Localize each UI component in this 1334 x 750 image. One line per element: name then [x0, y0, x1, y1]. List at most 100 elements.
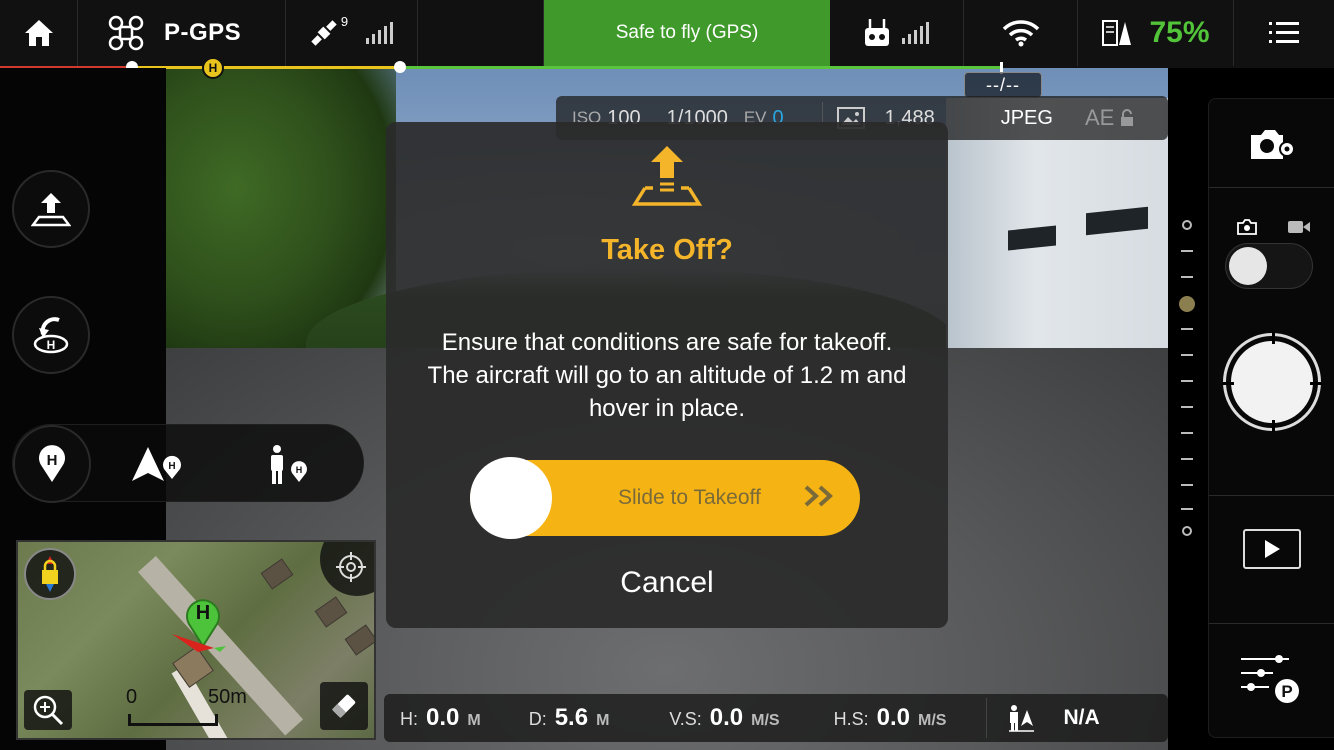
recenter-map-button[interactable]: [320, 542, 374, 596]
dialog-title: Take Off?: [601, 234, 733, 266]
aircraft-icon: [108, 15, 144, 51]
signal-bars-icon: [366, 22, 394, 44]
scale-tick: [1181, 458, 1193, 460]
photo-video-toggle[interactable]: [1225, 243, 1313, 289]
slide-to-takeoff-slider[interactable]: Slide to Takeoff: [470, 457, 860, 539]
shutter-button[interactable]: [1222, 332, 1322, 432]
scale-bar: [128, 723, 218, 726]
camera-settings-button[interactable]: [1249, 125, 1297, 165]
scale-tick: [1181, 354, 1193, 356]
slider-knob[interactable]: [470, 457, 552, 539]
remote-controller-signal[interactable]: [830, 0, 964, 66]
wifi-status[interactable]: [964, 0, 1078, 66]
top-status-bar: P-GPS 9 Safe to fly (GPS) 75%: [0, 0, 1334, 68]
progress-dot: [394, 61, 406, 73]
menu-icon: [1269, 22, 1299, 43]
aircraft-status[interactable]: P-GPS: [78, 0, 286, 66]
building-window: [1008, 225, 1056, 251]
playback-button[interactable]: [1243, 529, 1301, 569]
altitude-unit: M: [467, 712, 481, 729]
shutter-tick: [1272, 420, 1275, 432]
scale-tick: [1181, 250, 1193, 252]
map-house: [344, 624, 374, 656]
progress-segment-green: [400, 66, 1000, 69]
home-button[interactable]: [0, 0, 78, 66]
scale-end: 50m: [208, 686, 247, 708]
building-window: [1086, 206, 1148, 236]
home-point-icon: H: [39, 445, 65, 482]
vertical-speed-label: V.S:: [669, 709, 702, 729]
pilot-home-option[interactable]: H: [257, 443, 317, 487]
zoom-in-icon: [33, 695, 64, 726]
scale-tick: [1181, 432, 1193, 434]
map-zoom-button[interactable]: [24, 690, 72, 730]
shutter-inner: [1231, 341, 1313, 423]
vps-value: N/A: [1063, 706, 1100, 729]
image-format: JPEG: [1000, 106, 1053, 129]
compass-lock-icon: [42, 556, 58, 592]
battery-percent: 75%: [1149, 16, 1210, 49]
video-mode-icon: [1287, 219, 1311, 240]
home-point-button[interactable]: H: [13, 425, 91, 503]
camera-parameters-button[interactable]: P: [1239, 651, 1305, 707]
scale-end-circle: [1182, 526, 1192, 536]
divider: [1209, 495, 1334, 496]
clear-flight-path-button[interactable]: [320, 682, 368, 730]
takeoff-icon: [631, 146, 703, 206]
cancel-button[interactable]: Cancel: [386, 566, 948, 600]
takeoff-button[interactable]: [12, 170, 90, 248]
dialog-icon-wrap: [631, 144, 703, 213]
flight-timer: --/--: [964, 72, 1042, 98]
slider-label: Slide to Takeoff: [618, 486, 761, 509]
scale-tick: [128, 714, 131, 726]
menu-button[interactable]: [1234, 0, 1334, 66]
flight-status-banner[interactable]: Safe to fly (GPS): [544, 0, 830, 66]
exposure-scale[interactable]: [1178, 218, 1196, 538]
divider: [1209, 187, 1334, 188]
takeoff-dialog: Take Off? Ensure that conditions are saf…: [386, 122, 948, 628]
return-home-icon: H: [33, 317, 69, 354]
mini-map[interactable]: H 0 50m: [16, 540, 376, 740]
scale-tick: [1181, 328, 1193, 330]
satellite-count: 9: [340, 13, 349, 29]
aircraft-home-option[interactable]: H: [127, 443, 187, 487]
aircraft-direction-icon: [172, 634, 226, 652]
double-chevron-right-icon: [804, 485, 833, 507]
scale-tick: [1181, 380, 1193, 382]
svg-text:P: P: [1281, 682, 1292, 701]
toggle-knob: [1229, 247, 1267, 285]
map-house: [314, 596, 348, 628]
altitude-label: H:: [400, 709, 418, 729]
horizontal-speed-value: 0.0: [876, 704, 910, 731]
battery-status[interactable]: 75%: [1078, 0, 1234, 66]
divider: [986, 698, 988, 738]
altitude-readout: H: 0.0 M: [400, 704, 481, 732]
scale-tick: [1181, 508, 1193, 510]
shutter-tick: [1272, 332, 1275, 344]
exposure-indicator[interactable]: [1179, 296, 1195, 312]
lock-icon: [1121, 109, 1134, 126]
scale-start: 0: [126, 686, 138, 708]
map-house: [260, 558, 294, 590]
camera-settings-icon: [1251, 130, 1295, 159]
shutter-tick: [1310, 382, 1322, 385]
satellite-icon: [311, 20, 337, 46]
crosshair-icon: [336, 552, 366, 582]
vertical-speed-readout: V.S: 0.0 M/S: [669, 704, 779, 732]
battery-icon: [1102, 20, 1132, 46]
map-home-label: H: [195, 602, 211, 624]
return-home-button[interactable]: H: [12, 296, 90, 374]
scale-tick: [1181, 484, 1193, 486]
wifi-icon: [1002, 20, 1039, 47]
svg-text:H: H: [47, 452, 58, 469]
aircraft-home-icon: H: [132, 447, 181, 481]
vision-positioning-icon: [1009, 705, 1035, 732]
distance-unit: M: [596, 712, 610, 729]
scale-tick: [215, 714, 218, 726]
distance-readout: D: 5.6 M: [529, 704, 610, 732]
progress-segment-yellow: [132, 66, 400, 69]
home-icon: [24, 20, 53, 46]
gps-status[interactable]: 9: [286, 0, 418, 66]
compass-button[interactable]: [24, 548, 76, 600]
sliders-icon: P: [1241, 655, 1299, 703]
